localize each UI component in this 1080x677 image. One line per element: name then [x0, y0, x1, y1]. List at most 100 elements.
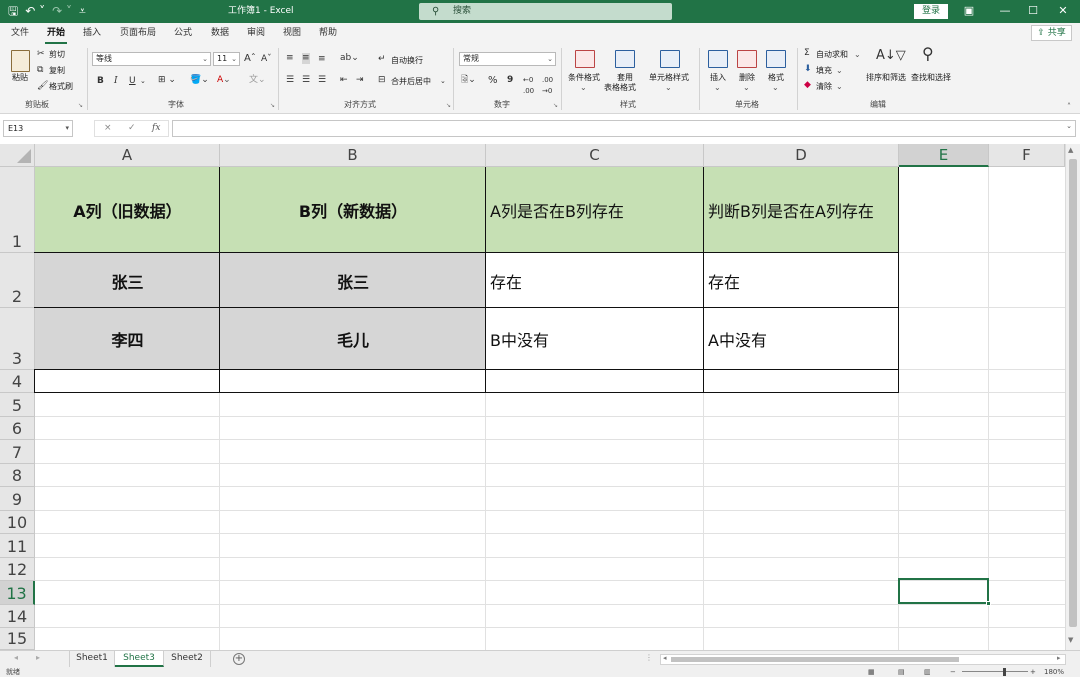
- column-header-d[interactable]: D: [704, 144, 899, 167]
- column-header-b[interactable]: B: [220, 144, 486, 167]
- font-size-select[interactable]: 11 ⌄: [213, 52, 240, 66]
- fill-handle[interactable]: [986, 601, 991, 606]
- align-top-icon[interactable]: ≡: [286, 53, 294, 64]
- column-header-c[interactable]: C: [486, 144, 704, 167]
- tab-review[interactable]: 审阅: [247, 27, 265, 40]
- underline-button[interactable]: U: [129, 76, 136, 87]
- number-format-select[interactable]: 常规 ⌄: [459, 52, 556, 66]
- tab-view[interactable]: 视图: [283, 27, 301, 40]
- row-header-13[interactable]: 13: [0, 581, 35, 605]
- scroll-up-icon[interactable]: ▲: [1068, 146, 1073, 154]
- chevron-down-icon[interactable]: ⌄: [836, 65, 843, 76]
- row-header-2[interactable]: 2: [0, 253, 35, 308]
- cell-d2[interactable]: 存在: [704, 253, 899, 308]
- chevron-down-icon[interactable]: ⌄: [772, 82, 779, 93]
- font-color-icon[interactable]: A⌄: [217, 75, 231, 86]
- worksheet-grid[interactable]: A B C D E F 1 2 3 4 5 6 7 8 9 10 11 12 1…: [0, 144, 1080, 650]
- sort-filter-icon[interactable]: A↓▽: [876, 49, 906, 62]
- row-header-6[interactable]: 6: [0, 417, 35, 440]
- fill-color-icon[interactable]: 🪣⌄: [190, 75, 209, 86]
- cell-b3[interactable]: 毛儿: [220, 308, 486, 370]
- autosum-icon[interactable]: Σ: [804, 48, 810, 59]
- zoom-level[interactable]: 180%: [1044, 667, 1064, 677]
- paste-icon[interactable]: [11, 50, 30, 72]
- wrap-text-button[interactable]: 自动换行: [391, 55, 423, 66]
- fill-icon[interactable]: ⬇: [804, 64, 812, 75]
- collapse-ribbon-icon[interactable]: ˄: [1067, 101, 1071, 112]
- cell-a2[interactable]: 张三: [35, 253, 220, 308]
- find-select-icon[interactable]: ⚲: [922, 46, 934, 62]
- number-launcher-icon[interactable]: ↘: [553, 102, 558, 109]
- tab-home[interactable]: 开始: [47, 27, 65, 40]
- row-header-3[interactable]: 3: [0, 308, 35, 370]
- increase-decimal-icon[interactable]: ←0.00: [523, 75, 534, 97]
- alignment-launcher-icon[interactable]: ↘: [446, 102, 451, 109]
- page-break-view-icon[interactable]: ▥: [924, 667, 931, 677]
- customize-qat-icon[interactable]: ⩡: [79, 3, 86, 20]
- borders-icon[interactable]: ⊞ ⌄: [158, 75, 176, 86]
- active-cell-e13[interactable]: [898, 578, 991, 606]
- conditional-formatting-icon[interactable]: [575, 50, 595, 68]
- insert-function-icon[interactable]: fx: [152, 121, 160, 136]
- decrease-indent-icon[interactable]: ⇤: [340, 75, 348, 86]
- grow-font-button[interactable]: Aˆ: [244, 53, 256, 64]
- cell-c2[interactable]: 存在: [486, 253, 704, 308]
- zoom-out-icon[interactable]: −: [950, 667, 956, 677]
- delete-cells-icon[interactable]: [737, 50, 757, 68]
- normal-view-icon[interactable]: ▦: [868, 667, 875, 677]
- select-all-button[interactable]: [0, 144, 35, 167]
- wrap-text-icon[interactable]: ↵: [378, 54, 386, 65]
- chevron-down-icon[interactable]: ⌄: [580, 82, 587, 93]
- cancel-icon[interactable]: ×: [104, 121, 112, 136]
- row-header-10[interactable]: 10: [0, 511, 35, 534]
- chevron-down-icon[interactable]: ⌄: [714, 82, 721, 93]
- scroll-right-icon[interactable]: ▸: [1057, 654, 1061, 662]
- vertical-scrollbar[interactable]: ▲ ▼: [1065, 144, 1080, 650]
- fill-button[interactable]: 填充: [816, 65, 832, 76]
- login-button[interactable]: 登录: [914, 4, 948, 19]
- sheet-tab-sheet1[interactable]: Sheet1: [69, 651, 115, 667]
- row-header-8[interactable]: 8: [0, 464, 35, 487]
- maximize-icon[interactable]: ☐: [1020, 2, 1046, 20]
- tab-split-handle-icon[interactable]: ⋮: [645, 653, 653, 662]
- column-header-e[interactable]: E: [899, 144, 989, 167]
- page-layout-view-icon[interactable]: ▤: [898, 667, 905, 677]
- cell-c3[interactable]: B中没有: [486, 308, 704, 370]
- cell-b1[interactable]: B列（新数据）: [220, 167, 486, 253]
- cell-d3[interactable]: A中没有: [704, 308, 899, 370]
- bold-button[interactable]: B: [97, 76, 104, 87]
- zoom-in-icon[interactable]: +: [1030, 667, 1036, 677]
- zoom-slider-thumb[interactable]: [1003, 668, 1006, 676]
- find-select-button[interactable]: 查找和选择: [911, 72, 951, 83]
- font-launcher-icon[interactable]: ↘: [270, 102, 275, 109]
- name-box[interactable]: E13 ▾: [3, 120, 73, 137]
- column-header-a[interactable]: A: [35, 144, 220, 167]
- chevron-down-icon[interactable]: ⌄: [440, 76, 446, 87]
- search-box[interactable]: ⚲ 搜索: [419, 3, 672, 20]
- autosum-button[interactable]: 自动求和: [816, 49, 848, 60]
- expand-formula-bar-icon[interactable]: ⌄: [1066, 122, 1072, 130]
- cell-c1[interactable]: A列是否在B列存在: [486, 167, 704, 253]
- cut-icon[interactable]: ✂: [37, 49, 45, 60]
- redo-icon[interactable]: ↷ ˅: [52, 3, 72, 20]
- format-painter-icon[interactable]: 🖌: [37, 81, 48, 92]
- next-sheet-icon[interactable]: ▸: [36, 653, 40, 662]
- italic-button[interactable]: I: [114, 76, 118, 87]
- comma-style-button[interactable]: 9: [507, 75, 513, 86]
- undo-icon[interactable]: ↶ ˅: [25, 3, 45, 20]
- orientation-icon[interactable]: ab⌄: [340, 53, 359, 64]
- clear-button[interactable]: 清除: [816, 81, 832, 92]
- cell-d1[interactable]: 判断B列是否在A列存在: [704, 167, 899, 253]
- cell-b2[interactable]: 张三: [220, 253, 486, 308]
- chevron-down-icon[interactable]: ⌄: [665, 82, 672, 93]
- scroll-left-icon[interactable]: ◂: [663, 654, 667, 662]
- align-bottom-icon[interactable]: ≡: [318, 54, 326, 65]
- tab-insert[interactable]: 插入: [83, 27, 101, 40]
- prev-sheet-icon[interactable]: ◂: [14, 653, 18, 662]
- cell-a1[interactable]: A列（旧数据）: [35, 167, 220, 253]
- chevron-down-icon[interactable]: ⌄: [854, 49, 861, 60]
- sheet-tab-sheet2[interactable]: Sheet2: [164, 651, 211, 667]
- share-button[interactable]: ⇪ 共享: [1031, 25, 1072, 41]
- decrease-decimal-icon[interactable]: .00 →0: [542, 75, 553, 97]
- format-cells-icon[interactable]: [766, 50, 786, 68]
